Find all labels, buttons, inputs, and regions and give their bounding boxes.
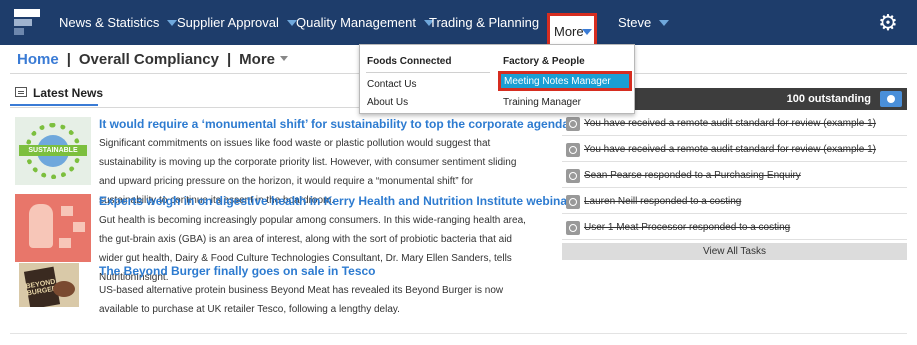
view-all-tasks-button[interactable]: View All Tasks bbox=[562, 243, 907, 260]
nav-more[interactable]: More bbox=[547, 13, 597, 45]
thumbnail-label: SUSTAINABLE bbox=[19, 145, 87, 156]
article-title-link[interactable]: The Beyond Burger finally goes on sale i… bbox=[99, 264, 376, 278]
breadcrumb-separator: | bbox=[226, 51, 232, 68]
nav-user-menu[interactable]: Steve bbox=[618, 0, 670, 45]
nav-label: Quality Management bbox=[296, 15, 416, 30]
nav-supplier-approval[interactable]: Supplier Approval bbox=[177, 0, 297, 45]
task-item[interactable]: Sean Pearse responded to a Purchasing En… bbox=[562, 164, 907, 188]
news-article: BEYOND BURGER The Beyond Burger finally … bbox=[15, 263, 535, 315]
breadcrumb-more[interactable]: More bbox=[239, 51, 288, 68]
refresh-icon[interactable] bbox=[880, 91, 902, 107]
menu-heading: Foods Connected bbox=[367, 56, 452, 67]
article-summary: US-based alternative protein business Be… bbox=[99, 285, 504, 315]
task-text: You have received a remote audit standar… bbox=[584, 144, 877, 155]
nav-quality-management[interactable]: Quality Management bbox=[296, 0, 434, 45]
task-complete-icon[interactable] bbox=[566, 195, 580, 209]
menu-item-meeting-notes-manager[interactable]: Meeting Notes Manager bbox=[498, 71, 632, 91]
nav-trading-planning[interactable]: Trading & Planning bbox=[429, 0, 558, 45]
article-title-link[interactable]: It would require a ‘monumental shift’ fo… bbox=[99, 117, 569, 131]
breadcrumb: Home | Overall Compliancy | More bbox=[17, 51, 288, 68]
breadcrumb-separator: | bbox=[66, 51, 71, 68]
menu-item-label: Meeting Notes Manager bbox=[504, 76, 611, 87]
task-text: You have received a remote audit standar… bbox=[584, 118, 877, 129]
news-article: Experts weigh in on digestive health in … bbox=[15, 194, 572, 283]
divider bbox=[366, 72, 490, 73]
top-nav-bar: News & Statistics Supplier Approval Qual… bbox=[0, 0, 917, 45]
menu-item-training-manager[interactable]: Training Manager bbox=[503, 97, 581, 108]
menu-heading: Factory & People bbox=[503, 56, 585, 67]
divider bbox=[10, 333, 907, 334]
nav-label: Supplier Approval bbox=[177, 15, 279, 30]
task-complete-icon[interactable] bbox=[566, 221, 580, 235]
task-item[interactable]: You have received a remote audit standar… bbox=[562, 112, 907, 136]
chevron-down-icon bbox=[659, 20, 670, 26]
task-item[interactable]: You have received a remote audit standar… bbox=[562, 138, 907, 162]
more-dropdown-menu: Foods Connected Contact Us About Us Fact… bbox=[359, 44, 635, 114]
nav-news-statistics[interactable]: News & Statistics bbox=[59, 0, 178, 45]
menu-item-contact-us[interactable]: Contact Us bbox=[367, 79, 416, 90]
article-title-link[interactable]: Experts weigh in on digestive health in … bbox=[99, 194, 572, 208]
task-item[interactable]: Lauren Neill responded to a costing bbox=[562, 190, 907, 214]
task-complete-icon[interactable] bbox=[566, 117, 580, 131]
news-article: SUSTAINABLE It would require a ‘monument… bbox=[15, 117, 569, 206]
latest-news-tab[interactable]: Latest News bbox=[10, 78, 103, 106]
newspaper-icon bbox=[15, 87, 27, 97]
breadcrumb-more-label: More bbox=[239, 51, 275, 68]
gear-icon[interactable]: ⚙ bbox=[877, 12, 899, 34]
task-text: Sean Pearse responded to a Purchasing En… bbox=[584, 170, 801, 181]
breadcrumb-section: Overall Compliancy bbox=[78, 51, 219, 68]
article-thumbnail[interactable]: SUSTAINABLE bbox=[15, 117, 91, 185]
task-complete-icon[interactable] bbox=[566, 169, 580, 183]
chevron-down-icon bbox=[280, 56, 288, 61]
latest-news-label: Latest News bbox=[33, 86, 104, 100]
nav-label: Steve bbox=[618, 15, 652, 30]
nav-label: More bbox=[554, 24, 584, 39]
task-complete-icon[interactable] bbox=[566, 143, 580, 157]
breadcrumb-home-link[interactable]: Home bbox=[17, 51, 59, 68]
app-logo[interactable] bbox=[14, 9, 40, 37]
chevron-down-icon bbox=[582, 29, 592, 35]
task-text: Lauren Neill responded to a costing bbox=[584, 196, 742, 207]
nav-label: News & Statistics bbox=[59, 15, 160, 30]
tasks-outstanding-count: 100 outstanding bbox=[786, 93, 871, 105]
task-text: User 1 Meat Processor responded to a cos… bbox=[584, 222, 791, 233]
menu-item-about-us[interactable]: About Us bbox=[367, 97, 408, 108]
nav-label: Trading & Planning bbox=[429, 15, 540, 30]
article-thumbnail[interactable] bbox=[15, 194, 91, 262]
chevron-down-icon bbox=[167, 20, 178, 26]
task-item[interactable]: User 1 Meat Processor responded to a cos… bbox=[562, 216, 907, 240]
article-thumbnail[interactable]: BEYOND BURGER bbox=[19, 263, 79, 307]
